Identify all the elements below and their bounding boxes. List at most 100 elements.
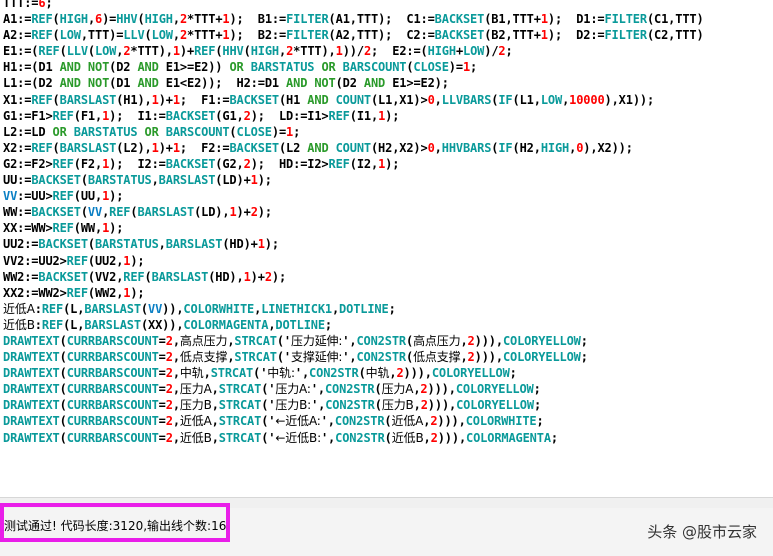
code-line[interactable]: DRAWTEXT(CURRBARSCOUNT=2,高点压力,STRCAT('压力… [3,333,773,349]
code-token: E1>=E2); [385,76,449,91]
code-line[interactable]: VV:=UU>REF(UU,1); [3,188,773,204]
code-line[interactable]: WW:=BACKSET(VV,REF(BARSLAST(LD),1)+2); [3,204,773,220]
code-token: VV [3,189,18,204]
code-token: ', [342,333,357,348]
code-token: BARSLAST [84,301,141,316]
code-line[interactable]: XX:=WW>REF(WW,1); [3,220,773,236]
code-line[interactable]: DRAWTEXT(CURRBARSCOUNT=2,压力B,STRCAT('压力B… [3,397,773,413]
code-token: ); [109,221,124,236]
code-token: 2 [165,414,173,429]
code-line[interactable]: A1:=REF(HIGH,6)=HHV(HIGH,2*TTT+1); B1:=F… [3,11,773,27]
code-token: (' [253,366,268,381]
code-line[interactable]: VV2:=UU2>REF(UU2,1); [3,253,773,269]
code-token: ; [293,124,301,139]
code-token: , [158,237,166,252]
code-token: 0 [427,92,435,107]
code-line[interactable]: UU:=BACKSET(BARSTATUS,BARSLAST(LD)+1); [3,172,773,188]
code-token: STRCAT [234,350,277,365]
code-token: REF [328,156,350,171]
code-token: (H2,X2)> [370,140,428,155]
code-token: , [495,333,503,348]
code-token: 高点压力 [413,333,461,348]
code-line[interactable]: X2:=REF(BARSLAST(L2),1)+1; F2:=BACKSET(L… [3,140,773,156]
code-token: 近低B [391,430,424,445]
code-line[interactable]: DRAWTEXT(CURRBARSCOUNT=2,近低A,STRCAT('←近低… [3,413,773,429]
code-token: BARSLAST [158,173,216,188]
code-token: ( [52,140,60,155]
code-line[interactable]: DRAWTEXT(CURRBARSCOUNT=2,中轨,STRCAT('中轨:'… [3,365,773,381]
code-token: 2 [396,366,404,381]
code-line[interactable]: A2:=REF(LOW,TTT)=LLV(LOW,2*TTT+1); B2:=F… [3,27,773,43]
code-line[interactable]: 近低B:REF(L,BARSLAST(XX)),COLORMAGENTA,DOT… [3,317,773,333]
code-token: G1:=F1> [3,108,53,123]
code-line[interactable]: X1:=REF(BARSLAST(H1),1)+1; F1:=BACKSET(H… [3,92,773,108]
code-token: 2 [243,156,251,171]
formula-editor[interactable]: TTT:=6; A1:=REF(HIGH,6)=HHV(HIGH,2*TTT+1)… [0,0,773,497]
code-line[interactable]: L1:=(D2 AND NOT(D1 AND E1<E2)); H2:=D1 A… [3,75,773,91]
status-message: 测试通过! 代码长度:3120,输出线个数:16 [4,519,227,533]
code-token: OR [52,124,67,139]
code-token: A2:= [3,28,32,43]
code-token: ( [144,28,152,43]
code-token: ; [536,414,544,429]
code-token: (WW, [73,221,103,236]
code-line[interactable]: DRAWTEXT(CURRBARSCOUNT=2,低点支撑,STRCAT('支撑… [3,349,773,365]
code-token: , [331,301,340,316]
code-token: , [172,333,180,348]
code-token: 1 [243,269,251,284]
code-line[interactable]: TTT:=6; [3,0,773,11]
code-token: = [158,414,166,429]
code-token: 1 [540,28,548,43]
code-token: NOT [87,60,110,75]
code-line[interactable]: H1:=(D1 AND NOT(D2 AND E1>=E2)) OR BARST… [3,59,773,75]
code-token: ); [257,173,272,188]
code-token: ( [52,92,60,107]
code-token: VV [87,205,103,220]
code-token: REF [41,301,64,316]
code-token: )+ [250,269,265,284]
code-token: (D2 [109,60,138,75]
code-token: CURRBARSCOUNT [66,430,159,445]
code-token: AND [137,60,159,75]
code-token: ; [533,382,541,397]
code-line[interactable]: XX2:=WW2>REF(WW2,1); [3,285,773,301]
code-line[interactable]: E1:=(REF(LLV(LOW,2*TTT),1)+REF(HHV(HIGH,… [3,43,773,59]
code-token: , [172,382,180,397]
code-token: REF [31,92,53,107]
code-token: 2 [467,333,475,348]
code-token: ( [140,301,148,316]
code-token: CON2STR [324,382,375,397]
code-token: , [434,140,442,155]
code-token: , [434,92,442,107]
code-line[interactable]: WW2:=BACKSET(VV2,REF(BARSLAST(HD),1)+2); [3,269,773,285]
code-line[interactable]: L2:=LD OR BARSTATUS OR BARSCOUNT(CLOSE)=… [3,124,773,140]
code-token: FILTER [604,28,647,43]
code-token: 1 [172,140,180,155]
code-token: :=UU> [17,189,53,204]
code-token: ( [243,44,251,59]
code-token: (XX)), [140,317,184,332]
code-line[interactable]: G2:=F2>REF(F2,1); I2:=BACKSET(G2,2); HD:… [3,156,773,172]
code-line[interactable]: DRAWTEXT(CURRBARSCOUNT=2,近低B,STRCAT('←近低… [3,430,773,446]
code-area[interactable]: TTT:=6; A1:=REF(HIGH,6)=HHV(HIGH,2*TTT+1)… [3,0,773,446]
code-line[interactable]: UU2:=BACKSET(BARSTATUS,BARSLAST(HD)+1); [3,236,773,252]
code-token: ); [130,285,145,300]
code-token: ( [59,333,67,348]
code-token: L1:=(D2 [3,76,60,91]
code-token: UU2:= [3,237,39,252]
code-line[interactable]: 近低A:REF(L,BARSLAST(VV)),COLORWHITE,LINET… [3,301,773,317]
code-token: BARSTATUS [87,173,152,188]
code-token: (D1 [109,76,138,91]
code-token: DRAWTEXT [3,430,60,445]
code-token: E1:=( [3,44,39,59]
code-line[interactable]: G1:=F1>REF(F1,1); I1:=BACKSET(G1,2); LD:… [3,108,773,124]
code-token: (UU2, [87,253,124,268]
code-token: LOW [463,44,485,59]
code-token: (F2, [73,156,103,171]
code-token: ); [130,253,145,268]
code-token: 1 [172,92,180,107]
code-line[interactable]: DRAWTEXT(CURRBARSCOUNT=2,压力A,STRCAT('压力A… [3,381,773,397]
